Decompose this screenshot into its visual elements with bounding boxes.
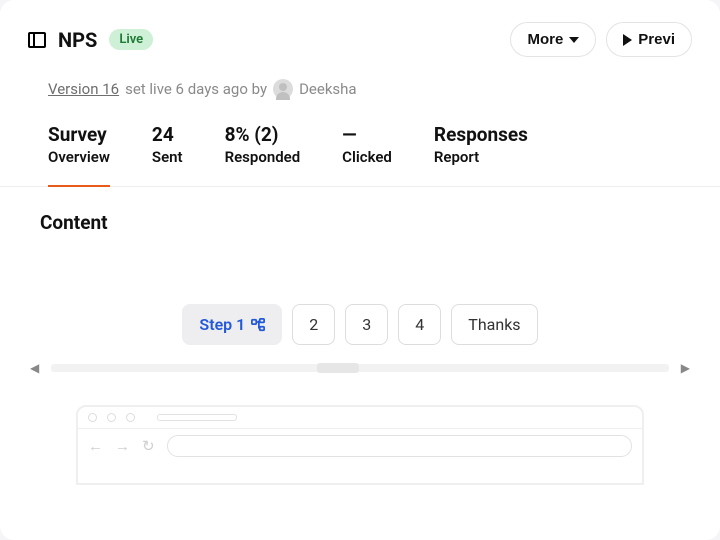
browser-chrome: ← → ↻ [78, 407, 642, 463]
browser-tab-placeholder [157, 414, 237, 421]
step-thanks[interactable]: Thanks [451, 304, 537, 345]
page-title: NPS [58, 28, 97, 52]
browser-preview: ← → ↻ [76, 405, 644, 485]
scroll-thumb[interactable] [317, 363, 359, 373]
step-2[interactable]: 2 [292, 304, 335, 345]
caret-down-icon [569, 37, 579, 43]
forward-icon: → [115, 437, 130, 455]
status-badge: Live [109, 29, 153, 50]
stat-bottom: Responded [225, 148, 301, 166]
more-button[interactable]: More [510, 22, 596, 57]
stat-top: 8% (2) [225, 123, 301, 146]
version-user: Deeksha [299, 80, 357, 98]
tab-overview[interactable]: Survey Overview [48, 123, 110, 186]
scroll-track[interactable] [51, 364, 669, 372]
step-selector: Step 1 2 3 4 Thanks [0, 258, 720, 353]
sidebar-toggle-icon[interactable] [28, 32, 46, 48]
content-heading: Content [0, 187, 720, 258]
tab-clicked[interactable]: — Clicked [342, 123, 392, 186]
stat-top: Survey [48, 123, 110, 146]
step-label: 4 [415, 315, 424, 334]
window-dot-icon [126, 413, 135, 422]
step-4[interactable]: 4 [398, 304, 441, 345]
stat-top: Responses [434, 123, 528, 146]
avatar [273, 79, 293, 99]
step-3[interactable]: 3 [345, 304, 388, 345]
stat-bottom: Clicked [342, 148, 392, 166]
stat-bottom: Overview [48, 148, 110, 166]
window-dot-icon [88, 413, 97, 422]
stat-bottom: Sent [152, 148, 183, 166]
stat-bottom: Report [434, 148, 528, 166]
stats-tabs: Survey Overview 24 Sent 8% (2) Responded… [0, 119, 720, 187]
page-header: NPS Live More Previ [0, 0, 720, 73]
more-label: More [527, 31, 563, 48]
step-label: Step 1 [199, 315, 245, 334]
step-label: 3 [362, 315, 371, 334]
version-middle-text: set live 6 days ago by [125, 80, 267, 98]
preview-label: Previ [638, 31, 675, 48]
window-dot-icon [107, 413, 116, 422]
step-label: 2 [309, 315, 318, 334]
play-icon [623, 34, 632, 46]
version-link[interactable]: Version 16 [48, 80, 119, 98]
step-scroll: ◀ ▶ [0, 353, 720, 381]
header-actions: More Previ [510, 22, 692, 57]
version-line: Version 16 set live 6 days ago by Deeksh… [0, 73, 720, 119]
preview-button[interactable]: Previ [606, 22, 692, 57]
tab-sent[interactable]: 24 Sent [152, 123, 183, 186]
stat-top: 24 [152, 123, 183, 146]
step-1[interactable]: Step 1 [182, 304, 282, 345]
scroll-right-icon[interactable]: ▶ [675, 355, 696, 381]
branch-icon [251, 318, 265, 332]
tab-responded[interactable]: 8% (2) Responded [225, 123, 301, 186]
tab-responses[interactable]: Responses Report [434, 123, 528, 186]
back-icon: ← [88, 437, 103, 455]
stat-top: — [342, 123, 392, 146]
scroll-left-icon[interactable]: ◀ [24, 355, 45, 381]
step-label: Thanks [468, 315, 520, 334]
browser-tabs [78, 407, 642, 428]
reload-icon: ↻ [142, 437, 155, 455]
browser-toolbar: ← → ↻ [78, 428, 642, 463]
url-bar [167, 435, 632, 457]
